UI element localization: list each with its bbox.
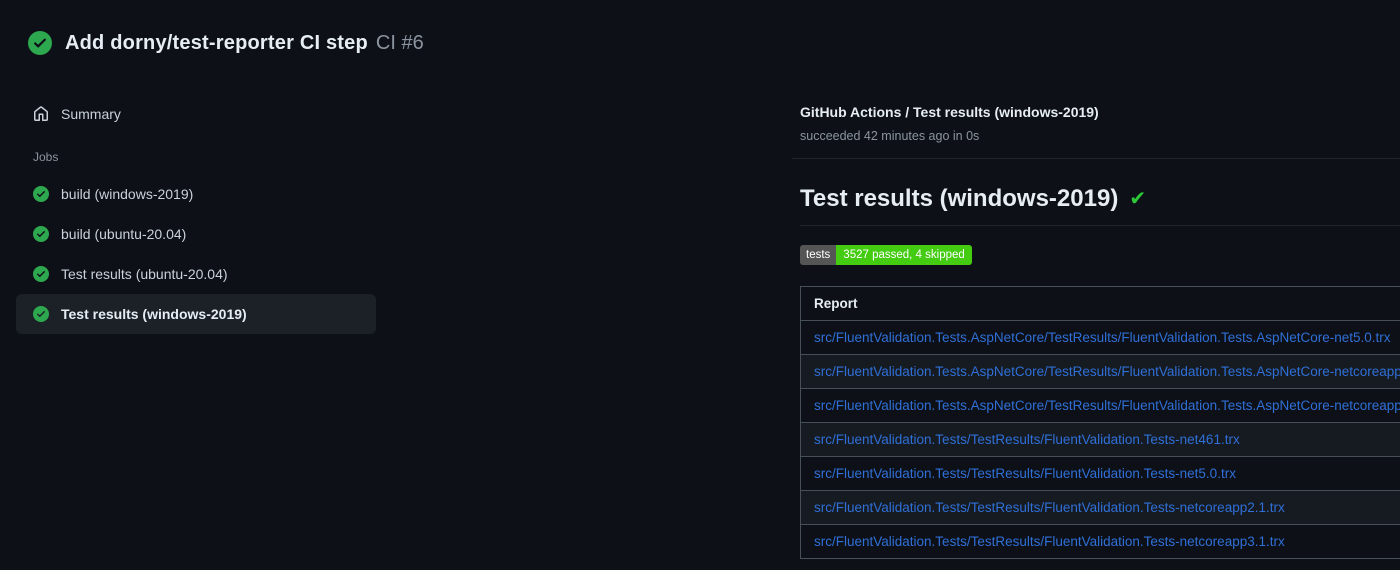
main-content: GitHub Actions / Test results (windows-2… [400, 56, 1400, 559]
jobs-heading: Jobs [33, 150, 59, 164]
home-icon [33, 106, 49, 122]
table-row: src/FluentValidation.Tests/TestResults/F… [800, 524, 1400, 559]
workflow-run-header: Add dorny/test-reporter CI step CI #6 [0, 0, 1400, 56]
report-heading: Test results (windows-2019) ✔ [800, 185, 1400, 226]
report-link[interactable]: src/FluentValidation.Tests/TestResults/F… [814, 466, 1236, 481]
report-heading-text: Test results (windows-2019) [800, 185, 1119, 212]
check-icon: ✔ [1129, 188, 1147, 210]
badge-value: 3527 passed, 4 skipped [836, 245, 972, 265]
jobs-list: build (windows-2019) build (ubuntu-20.04)… [16, 174, 376, 334]
check-circle-icon [33, 306, 49, 322]
sidebar-job-item[interactable]: build (windows-2019) [16, 174, 376, 214]
report-cell: src/FluentValidation.Tests/TestResults/F… [800, 524, 1400, 559]
job-label: build (ubuntu-20.04) [61, 226, 187, 242]
check-run-title: GitHub Actions / Test results (windows-2… [800, 104, 1099, 120]
sidebar-job-item[interactable]: Test results (windows-2019) [16, 294, 376, 334]
sidebar-summary-label: Summary [61, 106, 121, 122]
check-run-status: succeeded 42 minutes ago in 0s [800, 129, 980, 143]
job-label: Test results (ubuntu-20.04) [61, 266, 228, 282]
check-circle-icon [33, 226, 49, 242]
divider [792, 158, 1400, 159]
report-cell: src/FluentValidation.Tests.AspNetCore/Te… [800, 354, 1400, 389]
report-cell: src/FluentValidation.Tests/TestResults/F… [800, 456, 1400, 491]
job-label: build (windows-2019) [61, 186, 194, 202]
page-title: Add dorny/test-reporter CI step [65, 31, 368, 54]
table-row: src/FluentValidation.Tests.AspNetCore/Te… [800, 388, 1400, 423]
tests-badge: tests 3527 passed, 4 skipped [800, 245, 972, 265]
report-cell: src/FluentValidation.Tests.AspNetCore/Te… [800, 320, 1400, 355]
table-row: src/FluentValidation.Tests/TestResults/F… [800, 456, 1400, 491]
badge-label: tests [800, 245, 837, 265]
check-circle-icon [28, 31, 52, 55]
results-table-body: src/FluentValidation.Tests.AspNetCore/Te… [800, 320, 1400, 559]
report-link[interactable]: src/FluentValidation.Tests.AspNetCore/Te… [814, 330, 1391, 345]
table-header-row: ReportPassedFailedSkippedTime [800, 286, 1400, 321]
report-cell: src/FluentValidation.Tests/TestResults/F… [800, 490, 1400, 525]
report-cell: src/FluentValidation.Tests/TestResults/F… [800, 422, 1400, 457]
table-row: src/FluentValidation.Tests.AspNetCore/Te… [800, 354, 1400, 389]
table-row: src/FluentValidation.Tests/TestResults/F… [800, 422, 1400, 457]
report-link[interactable]: src/FluentValidation.Tests.AspNetCore/Te… [814, 364, 1400, 379]
run-number: CI #6 [375, 31, 424, 54]
report-cell: src/FluentValidation.Tests.AspNetCore/Te… [800, 388, 1400, 423]
column-header-report: Report [800, 286, 1400, 321]
report-link[interactable]: src/FluentValidation.Tests/TestResults/F… [814, 432, 1240, 447]
sidebar: Summary Jobs build (windows-2019) build (… [0, 56, 400, 334]
table-row: src/FluentValidation.Tests/TestResults/F… [800, 490, 1400, 525]
results-table: ReportPassedFailedSkippedTime src/Fluent… [800, 286, 1400, 559]
check-run-header: GitHub Actions / Test results (windows-2… [800, 104, 1400, 143]
sidebar-item-summary[interactable]: Summary [16, 96, 376, 132]
table-row: src/FluentValidation.Tests.AspNetCore/Te… [800, 320, 1400, 355]
check-circle-icon [33, 186, 49, 202]
sidebar-job-item[interactable]: build (ubuntu-20.04) [16, 214, 376, 254]
report-link[interactable]: src/FluentValidation.Tests.AspNetCore/Te… [814, 398, 1400, 413]
sidebar-job-item[interactable]: Test results (ubuntu-20.04) [16, 254, 376, 294]
check-circle-icon [33, 266, 49, 282]
report-link[interactable]: src/FluentValidation.Tests/TestResults/F… [814, 534, 1285, 549]
report-link[interactable]: src/FluentValidation.Tests/TestResults/F… [814, 500, 1285, 515]
job-label: Test results (windows-2019) [61, 306, 247, 322]
